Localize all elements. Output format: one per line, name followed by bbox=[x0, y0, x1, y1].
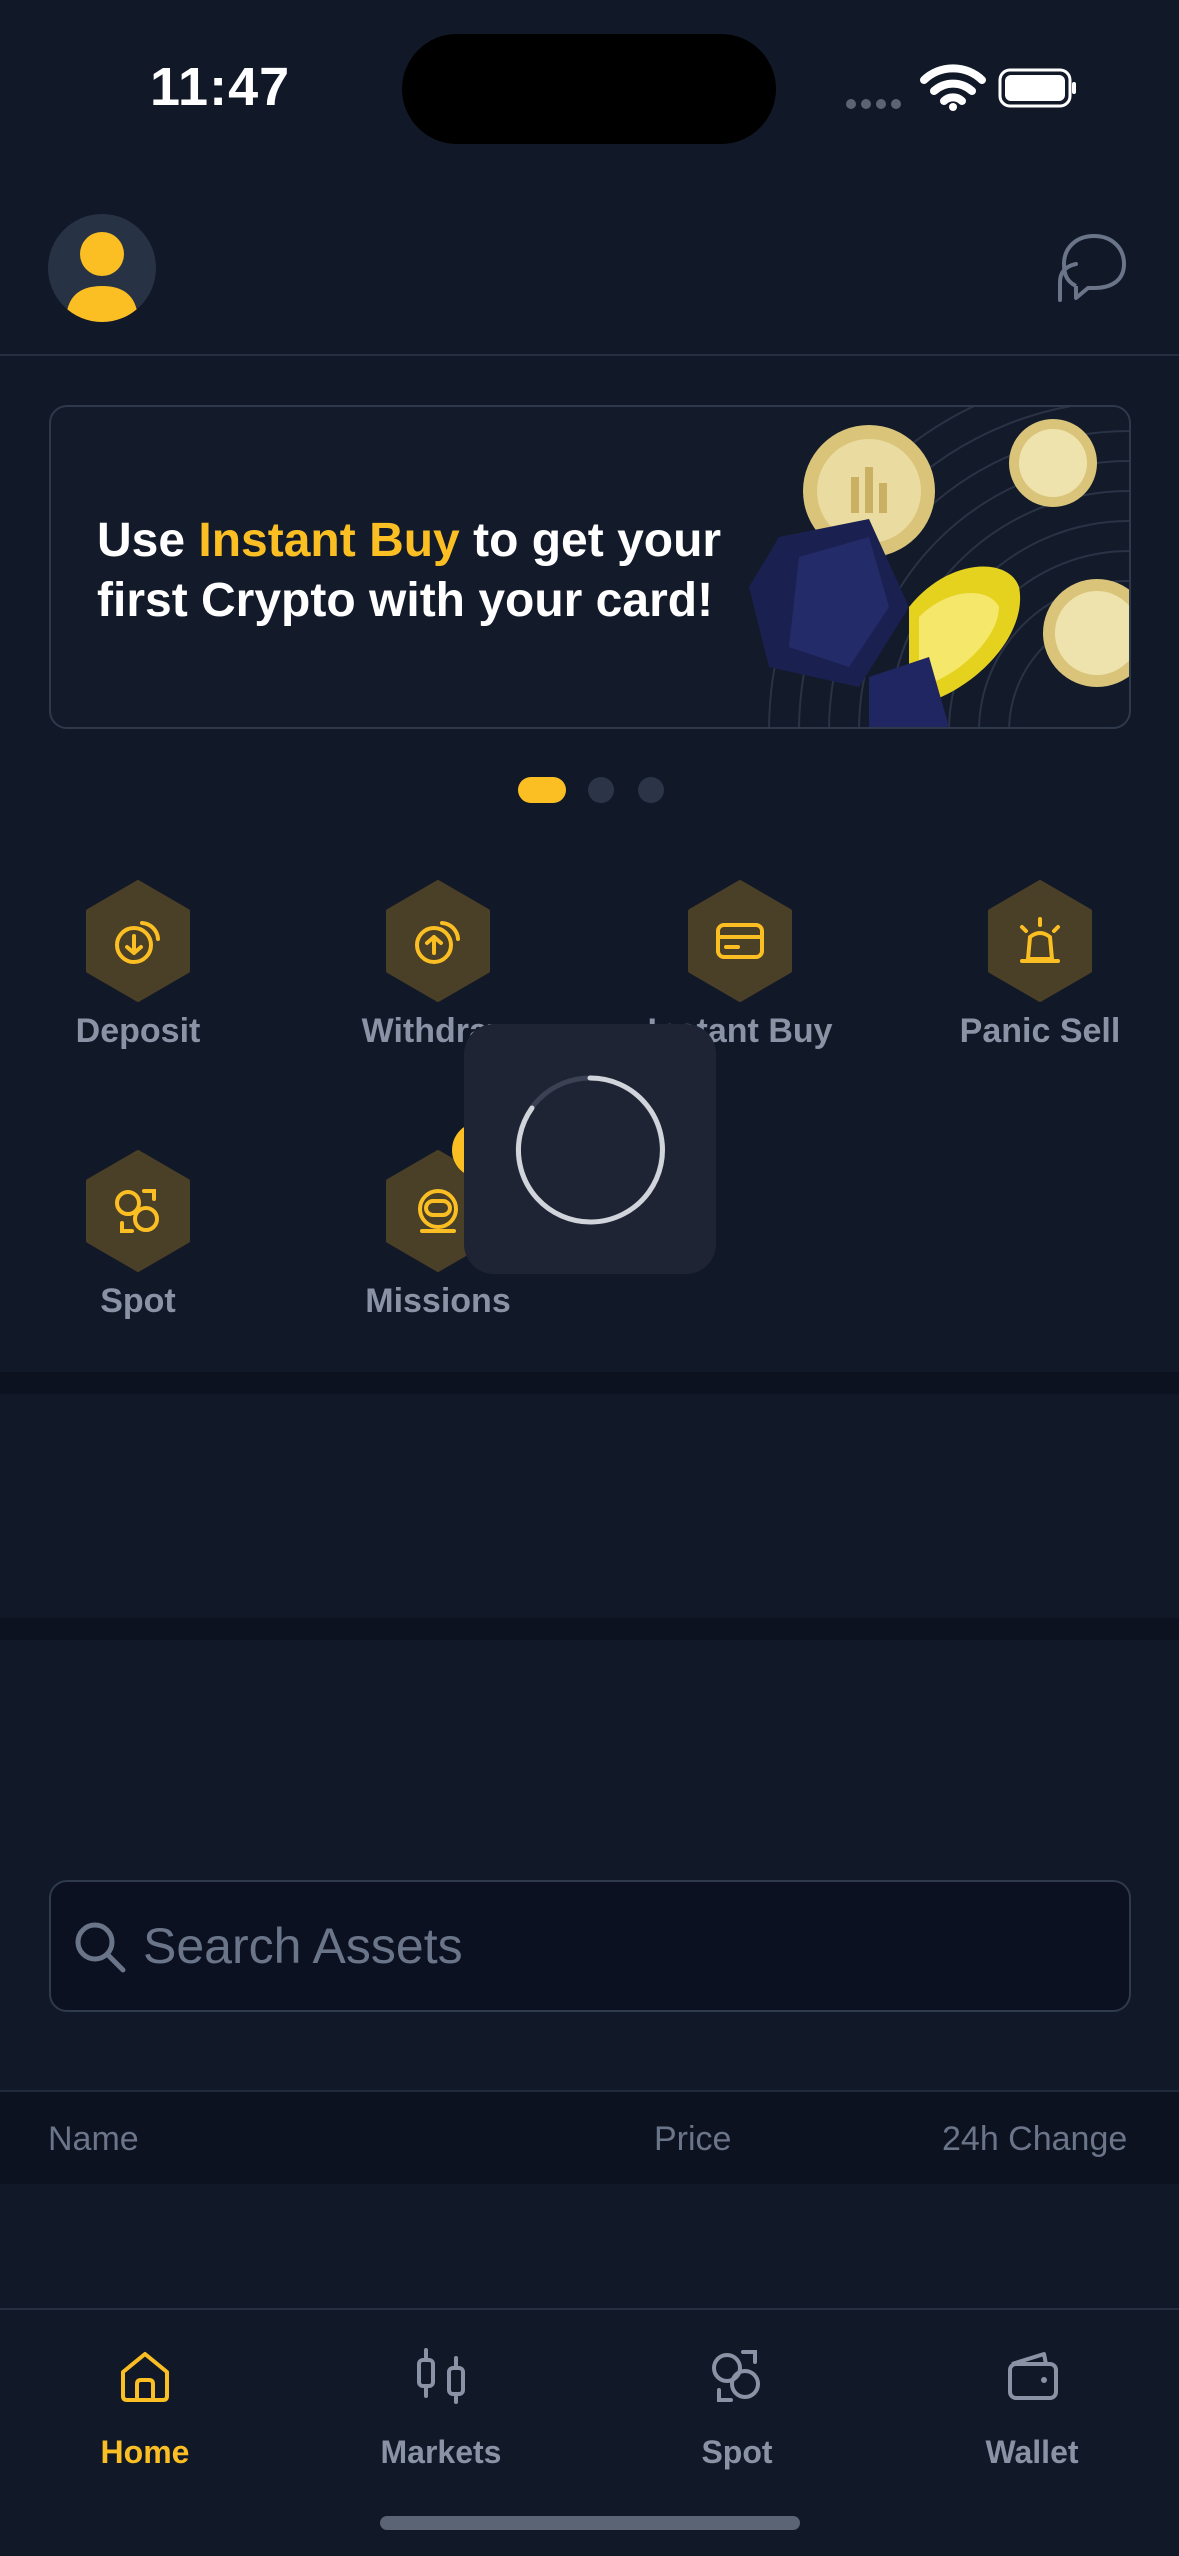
section-divider bbox=[0, 1372, 1179, 1394]
section-divider bbox=[0, 1618, 1179, 1640]
carousel-dot[interactable] bbox=[638, 777, 664, 803]
action-label: Missions bbox=[365, 1282, 511, 1320]
loading-overlay bbox=[464, 1024, 716, 1274]
signal-icon bbox=[846, 96, 906, 109]
search-icon bbox=[75, 1922, 126, 1973]
wifi-icon bbox=[920, 64, 986, 111]
hexagon-badge bbox=[986, 880, 1094, 1002]
status-bar: 11:47 bbox=[0, 0, 1179, 170]
status-time: 11:47 bbox=[150, 57, 291, 117]
deposit-icon bbox=[115, 921, 160, 964]
card-icon bbox=[716, 923, 764, 959]
tab-label: Markets bbox=[380, 2434, 502, 2470]
hexagon-badge bbox=[84, 1150, 192, 1272]
swap-icon bbox=[712, 2350, 760, 2402]
action-deposit[interactable]: Deposit bbox=[18, 880, 258, 1080]
candles-icon bbox=[417, 2348, 465, 2404]
battery-icon bbox=[998, 68, 1076, 108]
tab-label: Wallet bbox=[985, 2434, 1079, 2470]
crypto-coins-illustration bbox=[749, 407, 1129, 727]
tab-label: Spot bbox=[701, 2434, 773, 2470]
wallet-icon bbox=[1008, 2352, 1058, 2400]
action-label: Spot bbox=[100, 1282, 176, 1320]
action-spot[interactable]: Spot bbox=[18, 1150, 258, 1350]
tab-home[interactable]: Home bbox=[45, 2334, 245, 2484]
carousel-indicator bbox=[518, 777, 678, 803]
search-box[interactable] bbox=[49, 1880, 1131, 2012]
home-icon bbox=[121, 2352, 169, 2402]
column-price[interactable]: Price bbox=[654, 2120, 731, 2159]
user-icon bbox=[66, 232, 138, 322]
top-header bbox=[0, 200, 1179, 356]
search-input[interactable] bbox=[143, 1882, 1103, 2010]
tab-label: Home bbox=[100, 2434, 190, 2470]
swap-icon bbox=[115, 1189, 159, 1233]
carousel-dot-active[interactable] bbox=[518, 777, 566, 803]
spinner-icon bbox=[515, 1075, 665, 1225]
withdraw-icon bbox=[415, 921, 460, 964]
astronaut-icon bbox=[418, 1189, 458, 1233]
action-label: Deposit bbox=[75, 1012, 201, 1050]
tab-markets[interactable]: Markets bbox=[341, 2334, 541, 2484]
banner-highlight: Instant Buy bbox=[198, 514, 460, 567]
carousel-dot[interactable] bbox=[588, 777, 614, 803]
hexagon-badge bbox=[84, 880, 192, 1002]
hexagon-badge bbox=[384, 880, 492, 1002]
chat-support-icon[interactable] bbox=[1054, 230, 1130, 306]
tab-wallet[interactable]: Wallet bbox=[932, 2334, 1132, 2484]
action-label: Panic Sell bbox=[959, 1012, 1121, 1050]
asset-table-header: Name Price 24h Change bbox=[0, 2090, 1179, 2184]
siren-icon bbox=[1020, 917, 1060, 963]
promo-banner[interactable]: Use Instant Buy to get your first Crypto… bbox=[49, 405, 1131, 729]
dynamic-island bbox=[402, 34, 776, 144]
home-indicator bbox=[380, 2516, 800, 2530]
action-panic-sell[interactable]: Panic Sell bbox=[920, 880, 1160, 1080]
column-24h-change[interactable]: 24h Change bbox=[942, 2120, 1127, 2159]
hexagon-badge bbox=[686, 880, 794, 1002]
column-name[interactable]: Name bbox=[48, 2120, 139, 2159]
profile-avatar-button[interactable] bbox=[48, 214, 156, 322]
tab-spot[interactable]: Spot bbox=[637, 2334, 837, 2484]
